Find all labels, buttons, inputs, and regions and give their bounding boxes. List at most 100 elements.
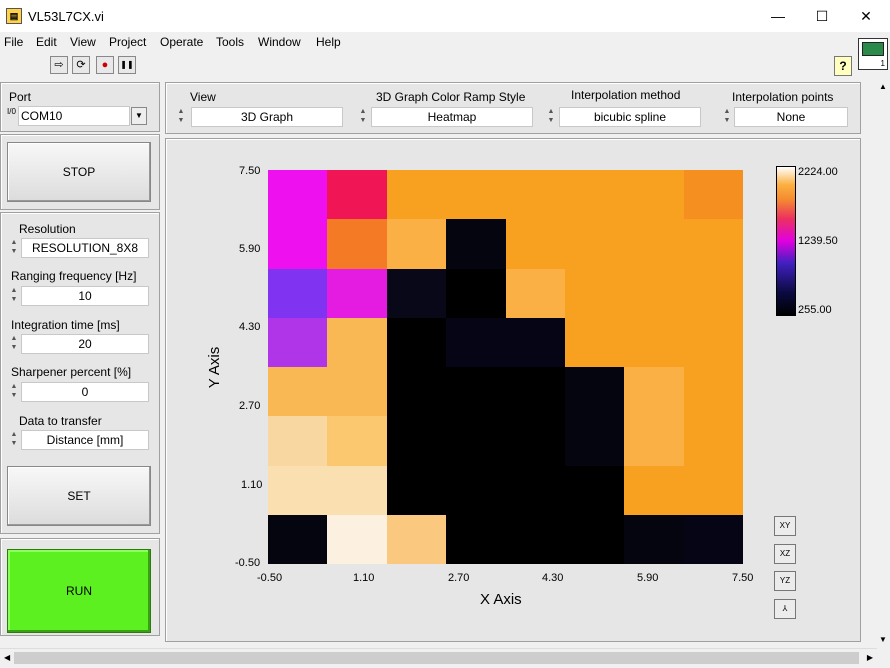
heatmap-cell [327, 367, 388, 417]
yz-plane-view-icon[interactable]: YZ [774, 571, 796, 591]
x-tick: 2.70 [448, 572, 470, 584]
integration-time-stepper-icon[interactable]: ▲ ▼ [9, 334, 19, 354]
heatmap-cell [505, 170, 566, 220]
context-help-button[interactable]: ? [834, 56, 852, 76]
heatmap-cell [386, 465, 447, 516]
vertical-scrollbar[interactable]: ▲ ▼ [877, 80, 890, 648]
resolution-ring[interactable]: RESOLUTION_8X8 [21, 238, 149, 258]
ranging-frequency-input[interactable]: 10 [21, 286, 149, 306]
vi-screen-icon [862, 42, 884, 56]
xz-plane-view-icon[interactable]: XZ [774, 544, 796, 564]
abort-icon[interactable]: ● [96, 56, 114, 74]
vi-icon: 1 [858, 38, 888, 70]
heatmap-cell [268, 317, 328, 368]
menu-tools[interactable]: Tools [216, 35, 244, 49]
menu-help[interactable]: Help [316, 35, 341, 49]
scroll-thumb[interactable] [14, 652, 859, 664]
data-to-transfer-ring[interactable]: Distance [mm] [21, 430, 149, 450]
heatmap-cell [327, 465, 388, 516]
heatmap-cell [505, 367, 566, 417]
ranging-frequency-stepper-icon[interactable]: ▲ ▼ [9, 286, 19, 306]
interpolation-points-ring[interactable]: None [734, 107, 848, 127]
interpolation-points-arrows-icon[interactable]: ▲ ▼ [722, 107, 732, 127]
heatmap-cell [683, 170, 743, 220]
run-button[interactable]: RUN [7, 549, 151, 633]
heatmap-cell [564, 514, 625, 564]
maximize-button[interactable]: ☐ [802, 4, 842, 28]
run-arrow-icon[interactable]: ⇨ [50, 56, 68, 74]
menu-operate[interactable]: Operate [160, 35, 203, 49]
y-tick: 1.10 [241, 479, 263, 491]
heatmap-cell [624, 465, 685, 516]
x-tick: 4.30 [542, 572, 564, 584]
menu-view[interactable]: View [70, 35, 96, 49]
interpolation-method-arrows-icon[interactable]: ▲ ▼ [546, 107, 556, 127]
heatmap-cell [386, 367, 447, 417]
stop-button[interactable]: STOP [7, 142, 151, 202]
heatmap-cell [446, 268, 506, 319]
heatmap-cell [624, 416, 685, 466]
port-panel: Port I/0 COM10 ▼ [0, 82, 160, 132]
scroll-down-arrow-icon[interactable]: ▼ [879, 635, 887, 644]
ranging-frequency-label: Ranging frequency [Hz] [11, 269, 137, 283]
menu-edit[interactable]: Edit [36, 35, 57, 49]
heatmap-cell [268, 268, 328, 319]
scroll-right-arrow-icon[interactable]: ▶ [867, 653, 873, 662]
heatmap-cell [624, 317, 685, 368]
sharpener-stepper-icon[interactable]: ▲ ▼ [9, 382, 19, 402]
view-ring-arrows-icon[interactable]: ▲ ▼ [176, 107, 186, 127]
heatmap-cell [564, 268, 625, 319]
menu-file[interactable]: File [4, 35, 23, 49]
default-3d-view-icon[interactable]: ⅄ [774, 599, 796, 619]
interpolation-method-ring[interactable]: bicubic spline [559, 107, 701, 127]
y-tick: 2.70 [239, 400, 261, 412]
heatmap-cell [446, 465, 506, 516]
heatmap-cell [446, 219, 506, 269]
heatmap-cell [564, 317, 625, 368]
heatmap-cell [683, 317, 743, 368]
heatmap-cell [505, 317, 566, 368]
integration-time-label: Integration time [ms] [11, 318, 120, 332]
interpolation-points-label: Interpolation points [732, 90, 834, 104]
heatmap-cell [327, 514, 388, 564]
colorbar-tick: 255.00 [798, 304, 832, 316]
resolution-ring-arrows-icon[interactable]: ▲ ▼ [9, 238, 19, 258]
heatmap-cell [624, 514, 685, 564]
view-ring[interactable]: 3D Graph [191, 107, 343, 127]
heatmap-cell [564, 465, 625, 516]
port-dropdown-arrow-icon[interactable]: ▼ [131, 107, 147, 125]
settings-panel: Resolution ▲ ▼ RESOLUTION_8X8 Ranging fre… [0, 212, 160, 534]
minimize-button[interactable]: — [758, 4, 798, 28]
heatmap-cell [624, 170, 685, 220]
scroll-up-arrow-icon[interactable]: ▲ [879, 82, 887, 91]
y-axis-title: Y Axis [206, 346, 224, 389]
toolbar: ⇨ ⟳ ● ❚❚ ? [0, 52, 890, 80]
horizontal-scrollbar[interactable]: ◀ ▶ [0, 648, 877, 668]
port-label: Port [9, 90, 32, 104]
pause-icon[interactable]: ❚❚ [118, 56, 136, 74]
sharpener-percent-input[interactable]: 0 [21, 382, 149, 402]
color-ramp-bar[interactable] [776, 166, 796, 316]
menu-window[interactable]: Window [258, 35, 301, 49]
color-ramp-style-ring[interactable]: Heatmap [371, 107, 533, 127]
heatmap-cell [564, 219, 625, 269]
xy-plane-view-icon[interactable]: XY [774, 516, 796, 536]
color-ramp-ring-arrows-icon[interactable]: ▲ ▼ [358, 107, 368, 127]
close-button[interactable]: ✕ [846, 4, 886, 28]
title-bar: ▤ VL53L7CX.vi — ☐ ✕ [0, 0, 890, 32]
heatmap-cell [446, 416, 506, 466]
y-tick: 7.50 [239, 165, 261, 177]
data-to-transfer-ring-arrows-icon[interactable]: ▲ ▼ [9, 430, 19, 450]
x-tick: 7.50 [732, 572, 754, 584]
scroll-left-arrow-icon[interactable]: ◀ [4, 653, 10, 662]
integration-time-input[interactable]: 20 [21, 334, 149, 354]
heatmap-cell [327, 317, 388, 368]
set-button[interactable]: SET [7, 466, 151, 526]
run-continuously-icon[interactable]: ⟳ [72, 56, 90, 74]
y-tick: -0.50 [235, 557, 261, 569]
port-select[interactable]: COM10 [18, 106, 130, 126]
menu-bar: File Edit View Project Operate Tools Win… [0, 32, 890, 52]
heatmap-cell [268, 219, 328, 269]
menu-project[interactable]: Project [109, 35, 146, 49]
heatmap-plot-area[interactable] [268, 170, 743, 564]
